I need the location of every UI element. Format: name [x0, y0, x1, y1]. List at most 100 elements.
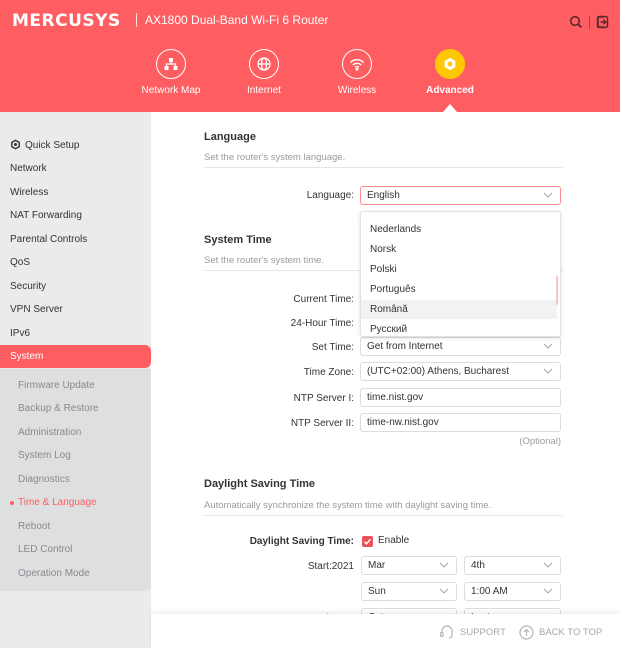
ntp-server-1-label: NTP Server I: — [293, 393, 354, 404]
chevron-down-icon — [543, 588, 553, 594]
gear-icon — [435, 49, 465, 79]
brand-logo: MERCUSYS — [12, 11, 121, 31]
time-zone-label: Time Zone: — [303, 367, 354, 378]
language-option[interactable]: Română — [361, 300, 557, 319]
nav-internet[interactable]: Internet — [224, 49, 304, 96]
time-zone-value: (UTC+02:00) Athens, Bucharest — [367, 366, 510, 377]
headset-icon — [439, 625, 453, 639]
select-value: Sun — [368, 586, 386, 597]
dst-start-label: Start:2021 — [307, 561, 354, 572]
dst-start-month-select[interactable]: Mar — [361, 556, 457, 575]
back-to-top-label: BACK TO TOP — [539, 627, 603, 638]
language-title: Language — [204, 131, 256, 143]
dst-enable-label: Enable — [378, 535, 410, 546]
system-time-title: System Time — [204, 234, 272, 246]
ntp-server-2-label: NTP Server II: — [290, 418, 354, 429]
sidebar-sub-backup-restore[interactable]: Backup & Restore — [0, 397, 151, 420]
back-to-top-link[interactable]: BACK TO TOP — [519, 625, 602, 640]
section-divider — [204, 167, 563, 168]
sidebar-sub-led-control[interactable]: LED Control — [0, 538, 151, 561]
section-divider — [204, 515, 563, 516]
sidebar-sub-operation-mode[interactable]: Operation Mode — [0, 562, 151, 585]
optional-hint: (Optional) — [519, 436, 561, 447]
system-time-desc: Set the router's system time. — [204, 255, 325, 266]
select-value: Mar — [368, 560, 386, 571]
dst-start-time-select[interactable]: 1:00 AM — [464, 582, 561, 601]
dst-enable-checkbox[interactable] — [362, 536, 373, 547]
active-dot — [10, 501, 14, 505]
ntp-server-2-input[interactable]: time-nw.nist.gov — [360, 413, 561, 432]
sidebar-sub-firmware-update[interactable]: Firmware Update — [0, 374, 151, 397]
dst-desc: Automatically synchronize the system tim… — [204, 500, 492, 511]
wifi-icon — [342, 49, 372, 79]
sidebar-item-wireless[interactable]: Wireless — [0, 181, 151, 204]
sidebar-sub-diagnostics[interactable]: Diagnostics — [0, 468, 151, 491]
time-zone-select[interactable]: (UTC+02:00) Athens, Bucharest — [360, 362, 561, 381]
product-name: AX1800 Dual-Band Wi-Fi 6 Router — [145, 13, 329, 27]
language-option[interactable]: Русский — [361, 320, 557, 336]
language-desc: Set the router's system language. — [204, 152, 346, 163]
set-time-select[interactable]: Get from Internet — [360, 337, 561, 356]
dst-start-day-select[interactable]: Sun — [361, 582, 457, 601]
select-value: 1:00 AM — [471, 586, 508, 597]
active-nav-indicator — [443, 104, 457, 112]
sidebar-sub-system-log[interactable]: System Log — [0, 444, 151, 467]
set-time-value: Get from Internet — [367, 341, 443, 352]
sidebar-item-network[interactable]: Network — [0, 157, 151, 180]
header: MERCUSYS AX1800 Dual-Band Wi-Fi 6 Router… — [0, 0, 620, 112]
gear-icon — [10, 136, 21, 159]
logout-icon[interactable] — [596, 15, 612, 31]
search-icon[interactable] — [569, 15, 585, 31]
nav-network-map[interactable]: Network Map — [131, 49, 211, 96]
nav-label: Internet — [247, 85, 281, 96]
ntp-server-1-input[interactable]: time.nist.gov — [360, 388, 561, 407]
support-label: SUPPORT — [460, 626, 506, 638]
nav-label: Network Map — [141, 85, 201, 96]
sidebar-item-parental-controls[interactable]: Parental Controls — [0, 228, 151, 251]
language-dropdown: Nederlands Norsk Polski Português Română… — [360, 211, 561, 337]
set-time-label: Set Time: — [311, 342, 354, 353]
dst-title: Daylight Saving Time — [204, 478, 316, 490]
sidebar-sub-administration[interactable]: Administration — [0, 421, 151, 444]
chevron-down-icon — [439, 562, 449, 568]
sidebar-item-system[interactable]: System — [0, 345, 151, 368]
header-divider — [589, 16, 590, 29]
24-hour-time-label: 24-Hour Time: — [290, 318, 354, 329]
nav-advanced[interactable]: Advanced — [410, 49, 490, 96]
chevron-down-icon — [439, 588, 449, 594]
language-value: English — [367, 190, 400, 201]
logo-divider — [136, 13, 137, 27]
sidebar-item-nat-forwarding[interactable]: NAT Forwarding — [0, 204, 151, 227]
support-link[interactable]: SUPPORT — [439, 625, 506, 639]
dropdown-scrollbar[interactable] — [556, 276, 558, 305]
network-map-icon — [156, 49, 186, 79]
footer: SUPPORT BACK TO TOP — [151, 614, 620, 648]
sidebar-sub-time-language[interactable]: Time & Language — [0, 491, 151, 514]
arrow-up-circle-icon — [519, 625, 534, 640]
sidebar-sub-label: Time & Language — [18, 497, 97, 508]
language-label: Language: — [306, 190, 354, 201]
language-option[interactable]: Português — [361, 280, 557, 299]
dst-label: Daylight Saving Time: — [249, 536, 354, 547]
language-option[interactable]: Nederlands — [361, 220, 557, 239]
globe-icon — [249, 49, 279, 79]
dst-start-week-select[interactable]: 4th — [464, 556, 561, 575]
sidebar-sub-reboot[interactable]: Reboot — [0, 515, 151, 538]
sidebar-item-ipv6[interactable]: IPv6 — [0, 322, 151, 345]
chevron-down-icon — [543, 368, 553, 374]
language-option[interactable]: Polski — [361, 260, 557, 279]
language-select[interactable]: English — [360, 186, 561, 205]
sidebar-item-security[interactable]: Security — [0, 275, 151, 298]
chevron-down-icon — [543, 562, 553, 568]
ntp-server-2-value: time-nw.nist.gov — [367, 417, 439, 428]
nav-wireless[interactable]: Wireless — [317, 49, 397, 96]
language-option[interactable]: Norsk — [361, 240, 557, 259]
nav-label: Wireless — [337, 85, 377, 96]
sidebar-item-vpn-server[interactable]: VPN Server — [0, 298, 151, 321]
nav-label: Advanced — [426, 85, 474, 96]
ntp-server-1-value: time.nist.gov — [367, 392, 424, 403]
sidebar-item-quick-setup[interactable]: Quick Setup — [0, 134, 151, 157]
sidebar-item-qos[interactable]: QoS — [0, 251, 151, 274]
chevron-up-icon — [543, 192, 553, 198]
chevron-down-icon — [543, 343, 553, 349]
